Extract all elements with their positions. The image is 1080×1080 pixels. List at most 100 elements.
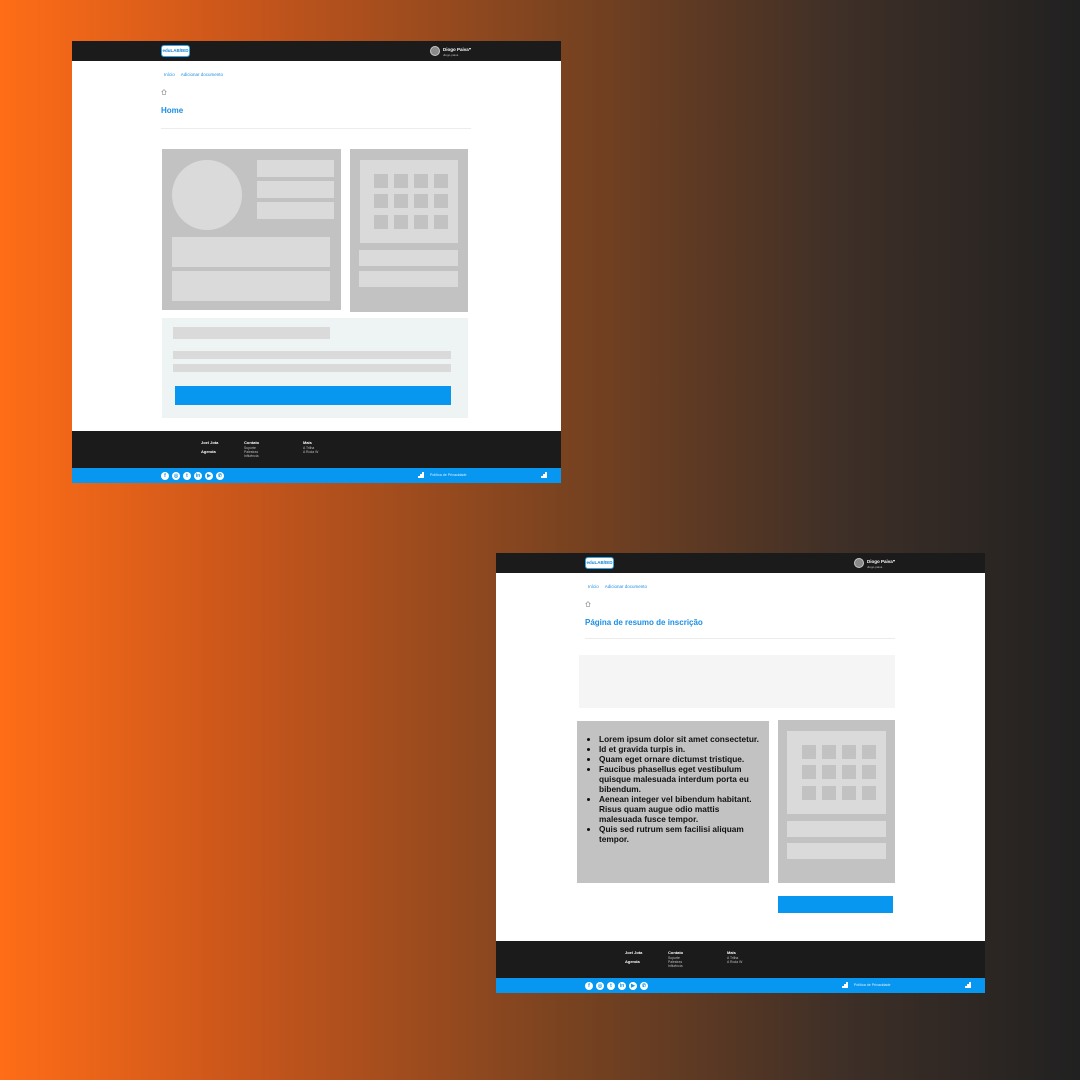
breadcrumb-current[interactable]: Adicionar documento [605, 584, 647, 589]
footer-link-joel-jota[interactable]: Joel Jota [625, 950, 642, 955]
footer-link[interactable]: Influência [668, 964, 683, 968]
site-logo[interactable]: eduLAB/IED [161, 45, 190, 57]
grid-tile [394, 174, 408, 188]
privacy-policy-link[interactable]: Política de Privacidade [854, 983, 891, 987]
social-bar: f ◎ t in ▶ ✆ Política de Privacidade [496, 978, 985, 993]
facebook-icon[interactable]: f [161, 472, 169, 480]
site-logo[interactable]: eduLAB/IED [585, 557, 614, 569]
grid-tile [434, 174, 448, 188]
list-item: Aenean integer vel bibendum habitant. Ri… [599, 794, 759, 824]
text-line-placeholder [257, 160, 334, 177]
profile-card-placeholder [162, 149, 341, 310]
footer-link-agenda[interactable]: Agenda [201, 449, 218, 454]
grid-tile [822, 745, 836, 759]
whatsapp-icon[interactable]: ✆ [640, 982, 648, 990]
avatar-placeholder [172, 160, 242, 230]
registration-summary-screen-mockup: eduLAB/IED Diogo Paiva diogo.paiva ▾ Iní… [496, 553, 985, 993]
instagram-icon[interactable]: ◎ [172, 472, 180, 480]
text-block-placeholder [172, 271, 330, 301]
list-item: Faucibus phasellus eget vestibulum quisq… [599, 764, 759, 794]
grid-tile [802, 765, 816, 779]
breadcrumb: Início Adicionar documento [164, 72, 228, 77]
instagram-icon[interactable]: ◎ [596, 982, 604, 990]
linkedin-icon[interactable]: in [618, 982, 626, 990]
home-icon[interactable] [161, 89, 167, 95]
signal-bars-icon [541, 472, 547, 478]
text-block-placeholder [172, 237, 330, 267]
primary-button-placeholder[interactable] [175, 386, 451, 405]
list-item: Lorem ipsum dolor sit amet consectetur. [599, 734, 759, 744]
heading-placeholder [173, 327, 330, 339]
grid-tile [374, 174, 388, 188]
breadcrumb-home-link[interactable]: Início [164, 72, 175, 77]
facebook-icon[interactable]: f [585, 982, 593, 990]
primary-button-placeholder[interactable] [778, 896, 893, 913]
image-placeholder [787, 731, 886, 814]
grid-tile [374, 194, 388, 208]
grid-tile [414, 215, 428, 229]
user-role: diogo.paiva [867, 565, 883, 569]
user-role: diogo.paiva [443, 53, 459, 57]
whatsapp-icon[interactable]: ✆ [216, 472, 224, 480]
summary-banner-placeholder [579, 655, 895, 708]
text-line-placeholder [787, 843, 886, 859]
footer: Joel Jota Agenda Contato Suporte Palestr… [72, 431, 561, 468]
signal-bars-icon [842, 982, 848, 988]
footer-column-more: Mais A Trilha A Roda W [727, 950, 742, 964]
privacy-policy-link[interactable]: Política de Privacidade [430, 473, 467, 477]
top-navbar: eduLAB/IED Diogo Paiva diogo.paiva ▾ [496, 553, 985, 573]
image-grid-card-placeholder [350, 149, 468, 312]
chevron-down-icon[interactable]: ▾ [469, 46, 471, 51]
footer-link-agenda[interactable]: Agenda [625, 959, 642, 964]
grid-tile [394, 215, 408, 229]
footer-heading: Mais [303, 440, 312, 445]
social-links: f ◎ t in ▶ ✆ [161, 472, 227, 480]
grid-tile [802, 786, 816, 800]
avatar[interactable] [430, 46, 440, 56]
footer-column-contact: Contato Suporte Palestras Influência [668, 950, 683, 968]
footer-heading: Contato [244, 440, 260, 445]
footer-link[interactable]: Influência [244, 454, 259, 458]
text-line-placeholder [359, 271, 458, 287]
grid-tile [862, 745, 876, 759]
list-item: Quis sed rutrum sem facilisi aliquam tem… [599, 824, 759, 844]
home-icon[interactable] [585, 601, 591, 607]
footer-link-joel-jota[interactable]: Joel Jota [201, 440, 218, 445]
footer-link[interactable]: A Roda W [727, 960, 742, 964]
grid-tile [434, 215, 448, 229]
text-line-placeholder [173, 364, 451, 372]
list-item: Id et gravida turpis in. [599, 744, 759, 754]
avatar[interactable] [854, 558, 864, 568]
social-links: f ◎ t in ▶ ✆ [585, 982, 651, 990]
list-item: Quam eget ornare dictumst tristique. [599, 754, 759, 764]
grid-tile [842, 745, 856, 759]
signal-bars-icon [965, 982, 971, 988]
youtube-icon[interactable]: ▶ [205, 472, 213, 480]
title-divider [585, 638, 895, 639]
page-title: Página de resumo de inscrição [585, 618, 703, 627]
footer: Joel Jota Agenda Contato Suporte Palestr… [496, 941, 985, 978]
text-line-placeholder [173, 351, 451, 359]
breadcrumb-home-link[interactable]: Início [588, 584, 599, 589]
footer-column-1: Joel Jota Agenda [201, 440, 218, 454]
grid-tile [414, 174, 428, 188]
page-title: Home [161, 106, 184, 115]
summary-list-panel: Lorem ipsum dolor sit amet consectetur. … [577, 721, 769, 883]
chevron-down-icon[interactable]: ▾ [893, 558, 895, 563]
twitter-icon[interactable]: t [607, 982, 615, 990]
breadcrumb-current[interactable]: Adicionar documento [181, 72, 223, 77]
linkedin-icon[interactable]: in [194, 472, 202, 480]
text-line-placeholder [359, 250, 458, 266]
footer-link[interactable]: A Roda W [303, 450, 318, 454]
user-name: Diogo Paiva [867, 559, 893, 564]
grid-tile [862, 765, 876, 779]
grid-tile [862, 786, 876, 800]
youtube-icon[interactable]: ▶ [629, 982, 637, 990]
grid-tile [394, 194, 408, 208]
twitter-icon[interactable]: t [183, 472, 191, 480]
footer-heading: Mais [727, 950, 736, 955]
grid-tile [374, 215, 388, 229]
grid-tile [842, 765, 856, 779]
footer-column-more: Mais A Trilha A Roda W [303, 440, 318, 454]
social-bar: f ◎ t in ▶ ✆ Política de Privacidade [72, 468, 561, 483]
